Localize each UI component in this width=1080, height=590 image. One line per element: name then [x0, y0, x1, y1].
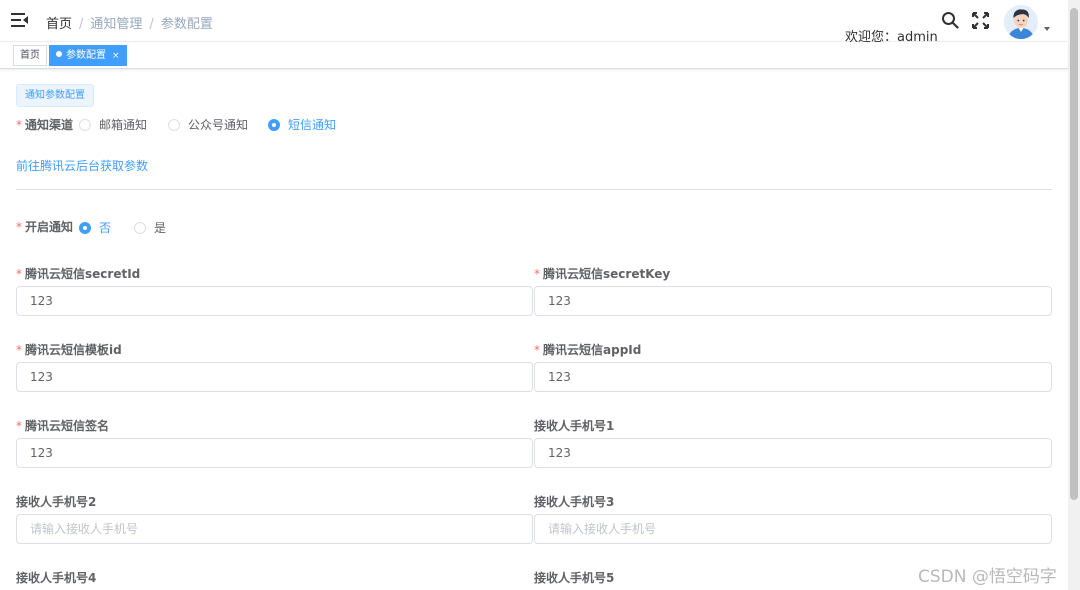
tag-param-config[interactable]: 参数配置 × — [49, 45, 127, 66]
section-tag: 通知参数配置 — [16, 84, 94, 107]
secret-key-input[interactable]: 123 — [534, 286, 1052, 316]
divider — [16, 189, 1052, 190]
breadcrumb-separator: / — [79, 17, 84, 32]
phone3-input[interactable]: 请输入接收人手机号 — [534, 514, 1052, 544]
secret-id-label: * 腾讯云短信secretId — [16, 267, 141, 281]
breadcrumb-separator: / — [149, 17, 154, 32]
radio-circle-checked — [79, 222, 91, 234]
phone1-input[interactable]: 123 — [534, 438, 1052, 468]
app-id-label: * 腾讯云短信appId — [534, 343, 642, 357]
radio-enable-yes[interactable]: 是 — [134, 219, 166, 236]
breadcrumb-param-config: 参数配置 — [160, 17, 213, 32]
app-id-input[interactable]: 123 — [534, 362, 1052, 392]
radio-circle — [134, 222, 146, 234]
sign-name-label: * 腾讯云短信签名 — [16, 419, 110, 433]
breadcrumb-notify-management: 通知管理 — [90, 17, 143, 32]
enable-label: * 开启通知 — [16, 220, 74, 234]
tencent-cloud-link[interactable]: 前往腾讯云后台获取参数 — [16, 157, 148, 174]
template-id-input[interactable]: 123 — [16, 362, 533, 392]
phone3-label: 接收人手机号3 — [534, 495, 615, 509]
sign-name-input[interactable]: 123 — [16, 438, 533, 468]
radio-sms[interactable]: 短信通知 — [268, 116, 336, 133]
tag-param-config-label: 参数配置 — [66, 50, 106, 61]
radio-circle — [168, 119, 180, 131]
user-avatar-icon — [1004, 5, 1038, 39]
phone2-label: 接收人手机号2 — [16, 495, 97, 509]
secret-id-input[interactable]: 123 — [16, 286, 533, 316]
breadcrumb: 首页 / 通知管理 / 参数配置 — [46, 13, 213, 32]
close-icon[interactable]: × — [112, 51, 120, 61]
phone5-label: 接收人手机号5 — [534, 571, 615, 585]
template-id-label: * 腾讯云短信模板id — [16, 343, 122, 357]
active-dot-icon — [56, 51, 62, 57]
tag-home[interactable]: 首页 — [13, 45, 47, 66]
phone4-label: 接收人手机号4 — [16, 571, 97, 585]
scrollbar-thumb[interactable] — [1070, 8, 1078, 500]
radio-wechat[interactable]: 公众号通知 — [168, 116, 248, 133]
phone2-input[interactable]: 请输入接收人手机号 — [16, 514, 533, 544]
navbar: 首页 / 通知管理 / 参数配置 欢迎您：admin — [0, 0, 1068, 45]
menu-fold-icon[interactable] — [11, 12, 29, 28]
vertical-scrollbar[interactable] — [1068, 0, 1080, 590]
caret-down-icon[interactable] — [1044, 27, 1050, 31]
radio-circle — [79, 119, 91, 131]
watermark: CSDN @悟空码字 — [918, 567, 1057, 587]
tag-home-label: 首页 — [20, 50, 40, 61]
radio-enable-no[interactable]: 否 — [79, 219, 111, 236]
main-content: 通知参数配置 * 通知渠道 邮箱通知 公众号通知 短信通知 前往腾讯云后台获取参数… — [0, 69, 1068, 590]
radio-circle-checked — [268, 119, 280, 131]
tags-view: 首页 参数配置 × — [0, 42, 1068, 69]
radio-email[interactable]: 邮箱通知 — [79, 116, 147, 133]
secret-key-label: * 腾讯云短信secretKey — [534, 267, 671, 281]
breadcrumb-home[interactable]: 首页 — [46, 13, 72, 32]
phone1-label: 接收人手机号1 — [534, 419, 615, 433]
channel-label: * 通知渠道 — [16, 118, 74, 132]
fullscreen-icon[interactable] — [972, 12, 989, 29]
search-icon[interactable] — [941, 11, 959, 29]
avatar[interactable] — [1004, 5, 1038, 39]
